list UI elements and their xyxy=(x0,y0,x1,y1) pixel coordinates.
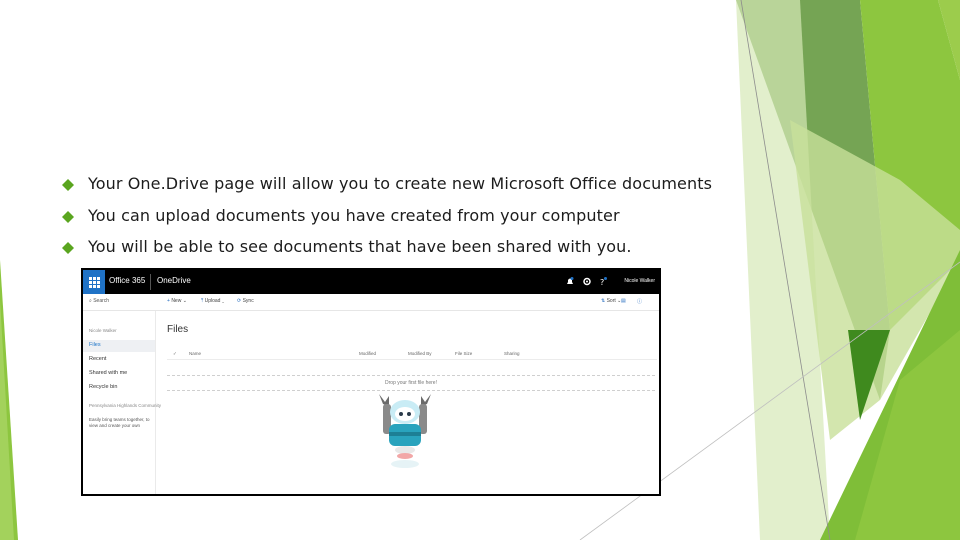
app-launcher-icon[interactable] xyxy=(83,270,105,294)
new-button[interactable]: + New ⌄ xyxy=(167,298,187,304)
command-bar: ⌕ Search + New ⌄ ⤒ Upload ⌄ ⟳ Sync ⇅ Sor… xyxy=(83,294,659,311)
user-name[interactable]: Nicole Walker xyxy=(624,278,655,284)
column-header-file-size[interactable]: File Size xyxy=(455,351,472,356)
drop-zone-text: Drop your first file here! xyxy=(385,380,437,386)
search-input[interactable]: ⌕ Search xyxy=(89,298,109,304)
upload-button[interactable]: ⤒ Upload ⌄ xyxy=(201,298,224,304)
svg-text:?: ? xyxy=(600,278,604,286)
onedrive-screenshot: Office 365 OneDrive ? Nicole Walker ⌕ Se… xyxy=(81,268,661,496)
diamond-bullet-icon xyxy=(62,179,74,191)
select-all-checkbox[interactable]: ✓ xyxy=(173,351,177,357)
sidebar-item-files[interactable]: Files xyxy=(89,342,101,348)
column-header-name[interactable]: Name xyxy=(189,351,201,356)
page-title: Files xyxy=(167,324,189,335)
diamond-bullet-icon xyxy=(62,242,74,254)
bell-icon[interactable] xyxy=(566,277,574,286)
sidebar-group-note: Easily bring teams together, to view and… xyxy=(89,417,150,428)
sidebar-owner: Nicole Walker xyxy=(89,328,117,333)
info-pane-icon[interactable]: ⓘ xyxy=(637,298,642,305)
drop-zone[interactable]: Drop your first file here! xyxy=(167,375,655,391)
sidebar: Nicole Walker Files Recent Shared with m… xyxy=(83,311,161,494)
sort-button[interactable]: ⇅ Sort ⌄ xyxy=(601,298,621,304)
sidebar-item-recycle-bin[interactable]: Recycle bin xyxy=(89,384,117,390)
bullet-text: You will be able to see documents that h… xyxy=(88,237,632,256)
sidebar-item-shared[interactable]: Shared with me xyxy=(89,370,127,376)
onedrive-link[interactable]: OneDrive xyxy=(157,276,191,285)
gear-icon[interactable] xyxy=(583,277,591,286)
deco-shape-left-light xyxy=(0,300,14,540)
office-topbar: Office 365 OneDrive ? Nicole Walker xyxy=(83,270,659,294)
view-options-icon[interactable]: ▤ xyxy=(621,298,626,304)
office-365-link[interactable]: Office 365 xyxy=(109,276,145,285)
topbar-divider xyxy=(150,274,151,290)
diamond-bullet-icon xyxy=(62,211,74,223)
sync-button[interactable]: ⟳ Sync xyxy=(237,298,254,304)
column-header-modified-by[interactable]: Modified By xyxy=(408,351,432,356)
bullet-text: Your One.Drive page will allow you to cr… xyxy=(88,174,713,193)
sidebar-item-recent[interactable]: Recent xyxy=(89,356,106,362)
help-icon[interactable]: ? xyxy=(599,277,607,286)
column-header-modified[interactable]: Modified xyxy=(359,351,376,356)
sidebar-group-heading[interactable]: Pennsylvania Highlands Community xyxy=(89,403,161,408)
column-header-sharing[interactable]: Sharing xyxy=(504,351,520,356)
bullet-text: You can upload documents you have create… xyxy=(88,206,620,225)
header-divider xyxy=(167,359,657,360)
empty-folder-robot-icon xyxy=(379,394,431,468)
